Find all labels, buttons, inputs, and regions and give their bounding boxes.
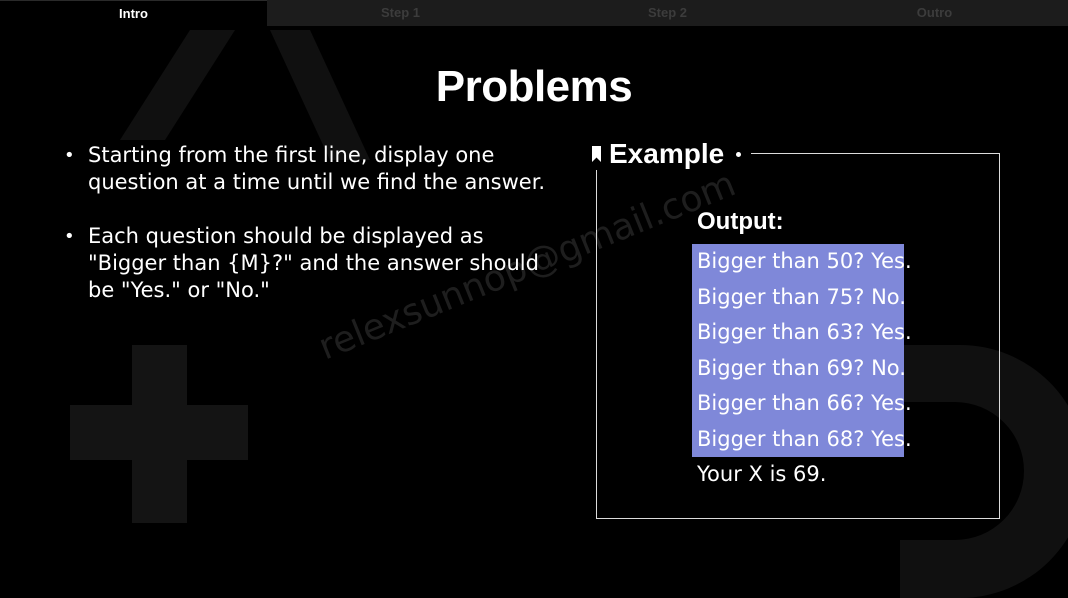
output-final-line: Your X is 69.: [697, 462, 827, 486]
bullet-dot-icon: •: [64, 145, 75, 166]
page-title: Problems: [435, 62, 633, 111]
step-tab-bar: Intro Step 1 Step 2 Outro: [0, 0, 1068, 26]
example-heading-text: Example: [609, 138, 725, 169]
output-line: Bigger than 68? Yes.: [692, 421, 912, 457]
bullet-item: • Starting from the first line, display …: [62, 142, 552, 196]
bullet-text: Each question should be displayed as "Bi…: [88, 224, 539, 302]
output-line: Bigger than 69? No.: [692, 350, 906, 386]
output-line: Bigger than 63? Yes.: [692, 315, 912, 351]
highlighted-output-group: Bigger than 50? Yes. Bigger than 75? No.…: [692, 244, 912, 457]
bullet-item: • Each question should be displayed as "…: [62, 223, 552, 304]
output-line: Bigger than 75? No.: [692, 279, 906, 315]
tab-step-1[interactable]: Step 1: [267, 0, 534, 26]
output-line: Bigger than 50? Yes.: [692, 244, 912, 280]
bullet-dot-icon: •: [64, 226, 75, 247]
tab-outro[interactable]: Outro: [801, 0, 1068, 26]
tab-intro[interactable]: Intro: [0, 0, 267, 26]
output-line: Bigger than 66? Yes.: [692, 386, 912, 422]
example-heading: Example: [586, 138, 752, 170]
bookmark-icon: [592, 146, 601, 162]
problem-bullet-list: • Starting from the first line, display …: [62, 142, 552, 331]
plus-shape-horizontal: [70, 405, 248, 460]
bullet-text: Starting from the first line, display on…: [88, 143, 546, 194]
dot-icon: [736, 151, 742, 157]
tab-step-2[interactable]: Step 2: [534, 0, 801, 26]
output-lines: Bigger than 50? Yes. Bigger than 75? No.…: [692, 244, 912, 493]
output-label: Output:: [697, 208, 784, 235]
slide: relexsunnop@gmail.com Intro Step 1 Step …: [0, 0, 1068, 598]
